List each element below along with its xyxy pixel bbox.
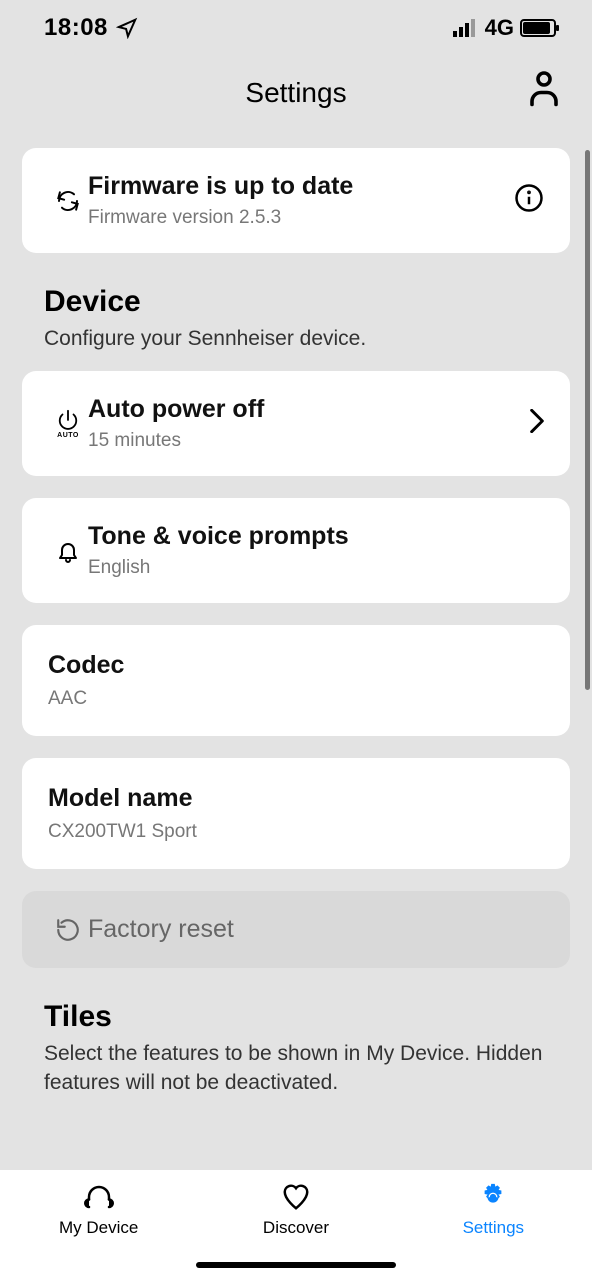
tab-settings[interactable]: Settings	[395, 1182, 592, 1280]
tab-bar: My Device Discover Settings	[0, 1170, 592, 1280]
reset-icon	[55, 917, 81, 943]
model-title: Model name	[48, 784, 192, 813]
model-subtitle: CX200TW1 Sport	[48, 821, 197, 843]
tab-device-label: My Device	[59, 1218, 138, 1238]
profile-button[interactable]	[526, 68, 562, 113]
tone-voice-row[interactable]: Tone & voice prompts English	[22, 498, 570, 603]
factory-reset-title: Factory reset	[88, 915, 544, 944]
page-title: Settings	[245, 77, 346, 109]
codec-row[interactable]: Codec AAC	[22, 625, 570, 736]
location-icon	[116, 17, 138, 39]
model-row[interactable]: Model name CX200TW1 Sport	[22, 758, 570, 869]
tiles-section-header: Tiles Select the features to be shown in…	[22, 990, 570, 1101]
tone-subtitle: English	[88, 557, 544, 579]
device-section-desc: Configure your Sennheiser device.	[44, 325, 548, 353]
status-bar: 18:08 4G	[0, 0, 592, 56]
tab-discover-label: Discover	[263, 1218, 329, 1238]
page-header: Settings	[0, 56, 592, 130]
user-icon	[526, 68, 562, 108]
firmware-card[interactable]: Firmware is up to date Firmware version …	[22, 148, 570, 253]
chevron-right-icon	[530, 409, 544, 433]
device-section-header: Device Configure your Sennheiser device.	[22, 275, 570, 371]
auto-power-off-row[interactable]: AUTO Auto power off 15 minutes	[22, 371, 570, 476]
codec-title: Codec	[48, 651, 124, 680]
bell-icon	[56, 539, 80, 563]
auto-label: AUTO	[57, 432, 79, 439]
signal-icon	[453, 19, 479, 37]
tone-title: Tone & voice prompts	[88, 522, 544, 551]
codec-subtitle: AAC	[48, 688, 87, 710]
tab-my-device[interactable]: My Device	[0, 1182, 197, 1280]
heart-icon	[280, 1182, 312, 1212]
tab-settings-label: Settings	[463, 1218, 524, 1238]
firmware-title: Firmware is up to date	[88, 172, 502, 201]
gear-icon	[478, 1182, 508, 1212]
network-label: 4G	[485, 15, 514, 41]
firmware-subtitle: Firmware version 2.5.3	[88, 207, 502, 229]
settings-scroll[interactable]: Firmware is up to date Firmware version …	[0, 130, 592, 1170]
tiles-section-title: Tiles	[44, 1000, 548, 1034]
auto-power-subtitle: 15 minutes	[88, 430, 518, 452]
refresh-icon	[56, 189, 80, 213]
factory-reset-row[interactable]: Factory reset	[22, 891, 570, 968]
battery-icon	[520, 19, 556, 37]
auto-power-title: Auto power off	[88, 395, 518, 424]
tiles-section-desc: Select the features to be shown in My De…	[44, 1040, 548, 1097]
info-icon	[514, 183, 544, 213]
power-icon	[57, 409, 79, 431]
headphones-icon	[82, 1182, 116, 1212]
home-indicator[interactable]	[196, 1262, 396, 1268]
device-section-title: Device	[44, 285, 548, 319]
firmware-info-button[interactable]	[514, 183, 544, 218]
status-time: 18:08	[44, 14, 108, 42]
